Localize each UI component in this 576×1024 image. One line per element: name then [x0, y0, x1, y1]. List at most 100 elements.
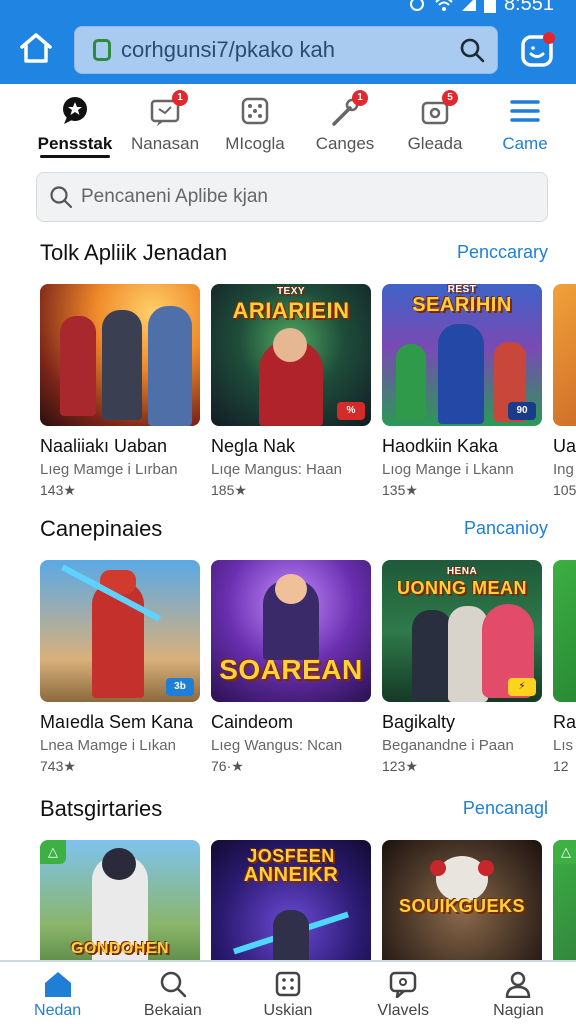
signal-icon — [461, 0, 476, 11]
app-rating: 743★ — [40, 758, 76, 774]
app-publisher: Lnea Mamge i Lıkan — [40, 737, 176, 754]
app-thumbnail — [40, 284, 200, 426]
section-title: Tolk Apliik Jenadan — [40, 240, 228, 265]
nav-search[interactable]: Bekaian — [115, 962, 230, 1024]
nav-chat[interactable]: Vlavels — [346, 962, 461, 1024]
game-art-subtitle: TEXY — [276, 286, 306, 297]
app-card[interactable]: Ua Ing 105 — [553, 284, 576, 499]
tab-label: Gleada — [407, 134, 463, 153]
app-thumbnail: SEARIHIN REST 90 — [382, 284, 542, 426]
app-name: Haodkiin Kaka — [382, 436, 499, 456]
notification-badge: 1 — [352, 90, 368, 106]
app-publisher: Lıqe Mangus: Haan — [211, 461, 342, 478]
app-card[interactable]: UONNG MEAN HENA ⚡ Bagikalty Beganandne i… — [382, 560, 542, 775]
app-name: Caindeom — [211, 712, 294, 732]
green-tag-icon: △ — [40, 840, 66, 864]
url-bar[interactable]: corhgunsi7/pkako kah — [74, 26, 498, 74]
app-rating: 105 — [553, 482, 576, 498]
nav-label: Nedan — [34, 1002, 82, 1019]
tab-gleada[interactable]: 5 Gleada — [392, 86, 478, 164]
game-art-title: SOUIKGUEKS — [398, 896, 526, 916]
app-rating: 143★ — [40, 482, 76, 498]
search-icon[interactable] — [459, 37, 485, 63]
home-icon — [44, 972, 71, 997]
nav-label: Nagian — [493, 1002, 544, 1019]
app-rating: 12 — [553, 758, 569, 774]
chat-star-icon — [63, 97, 87, 124]
see-more-link[interactable]: Pencanagl — [463, 798, 548, 819]
app-name: Ua — [553, 436, 576, 456]
game-tag: ⚡ — [508, 678, 536, 696]
nav-apps[interactable]: Uskian — [230, 962, 345, 1024]
chat-bubble-icon — [389, 971, 417, 998]
tab-pensstak[interactable]: Pensstak — [32, 86, 118, 164]
game-tag: % — [337, 402, 365, 420]
app-thumbnail: UONNG MEAN HENA ⚡ — [382, 560, 542, 702]
app-name: Ra — [553, 712, 576, 732]
app-card[interactable]: SEARIHIN REST 90 Haodkiin Kaka Lıog Mang… — [382, 284, 542, 499]
app-search-bar[interactable] — [36, 172, 548, 222]
section-categories: Canepinaies Pancanioy 3b Maıedla Sem Kan… — [0, 512, 576, 774]
app-name: Maıedla Sem Kana — [40, 712, 194, 732]
app-rating: 185★ — [211, 482, 247, 498]
notification-icon[interactable] — [518, 30, 558, 70]
app-publisher: Lıeg Mamge i Lırban — [40, 461, 178, 478]
browser-top-bar: 8:551 corhgunsi7/pkako kah — [0, 0, 576, 84]
app-name: Bagikalty — [382, 712, 456, 732]
app-card[interactable]: Naaliiakı Uaban Lıeg Mamge i Lırban 143★ — [40, 284, 200, 499]
profile-icon — [506, 971, 531, 998]
dice-icon — [241, 97, 269, 125]
app-thumbnail: ARIARIEIN TEXY % — [211, 284, 371, 426]
game-art-title: GONDOHEN — [70, 940, 170, 957]
game-tag: 90 — [508, 402, 536, 420]
game-art-title: ANNEIKR — [243, 864, 339, 886]
wifi-icon — [435, 0, 453, 11]
app-rating: 76·★ — [211, 758, 244, 774]
section-title: Canepinaies — [40, 516, 163, 541]
tab-nanasan[interactable]: 1 Nanasan — [122, 86, 208, 164]
nav-label: Uskian — [263, 1002, 313, 1019]
app-publisher: Lıs — [553, 737, 574, 754]
alarm-icon — [409, 0, 424, 11]
tab-label: Came — [502, 134, 548, 153]
nav-label: Bekaian — [143, 1002, 202, 1019]
game-art-title: UONNG MEAN — [397, 578, 527, 598]
app-card[interactable]: SOAREAN Caindeom Lıeg Wangus: Ncan 76·★ — [211, 560, 371, 775]
app-thumbnail — [553, 284, 576, 426]
tab-label: MIcogla — [225, 134, 285, 153]
section-bestsellers: Batsgirtaries Pencanagl △ GONDOHEN ANNEI… — [0, 792, 576, 982]
nav-label: Vlavels — [377, 1002, 429, 1019]
search-input[interactable] — [81, 186, 501, 208]
app-rating: 135★ — [382, 482, 418, 498]
section-title: Batsgirtaries — [40, 796, 163, 821]
app-card[interactable]: ARIARIEIN TEXY % Negla Nak Lıqe Mangus: … — [211, 284, 371, 499]
nav-home[interactable]: Nedan — [0, 962, 115, 1024]
see-more-link[interactable]: Penccarary — [457, 242, 548, 263]
app-card[interactable]: 3b Maıedla Sem Kana Lnea Mamge i Lıkan 7… — [40, 560, 200, 775]
tab-micogla[interactable]: MIcogla — [212, 86, 298, 164]
game-art-subtitle: JOSFEEN — [247, 846, 335, 866]
app-carousel[interactable]: 3b Maıedla Sem Kana Lnea Mamge i Lıkan 7… — [40, 560, 576, 775]
search-icon — [50, 186, 73, 209]
search-icon — [160, 971, 187, 998]
home-button[interactable] — [18, 30, 54, 66]
app-publisher: Beganandne i Paan — [382, 737, 514, 754]
tab-canges[interactable]: 1 Canges — [302, 86, 388, 164]
nav-profile[interactable]: Nagian — [461, 962, 576, 1024]
section-top-apps: Tolk Apliik Jenadan Penccarary Naaliiakı… — [0, 236, 576, 498]
app-name: Naaliiakı Uaban — [40, 436, 168, 456]
game-art-title: SEARIHIN — [412, 294, 512, 316]
app-carousel[interactable]: Naaliiakı Uaban Lıeg Mamge i Lırban 143★… — [40, 284, 576, 499]
app-card[interactable]: Ra Lıs 12 — [553, 560, 576, 775]
status-bar: 8:551 — [408, 0, 554, 15]
game-art-title: SOAREAN — [219, 654, 363, 685]
game-art-subtitle: HENA — [446, 566, 478, 577]
app-publisher: Ing — [553, 461, 574, 478]
url-text[interactable]: corhgunsi7/pkako kah — [121, 37, 459, 63]
app-thumbnail: SOAREAN — [211, 560, 371, 702]
menu-icon — [510, 100, 540, 122]
see-more-link[interactable]: Pancanioy — [464, 518, 548, 539]
tab-came[interactable]: Came — [482, 86, 568, 164]
category-tabs: Pensstak 1 Nanasan MIcogla 1 Canges 5 Gl… — [0, 86, 576, 164]
app-thumbnail — [553, 560, 576, 702]
